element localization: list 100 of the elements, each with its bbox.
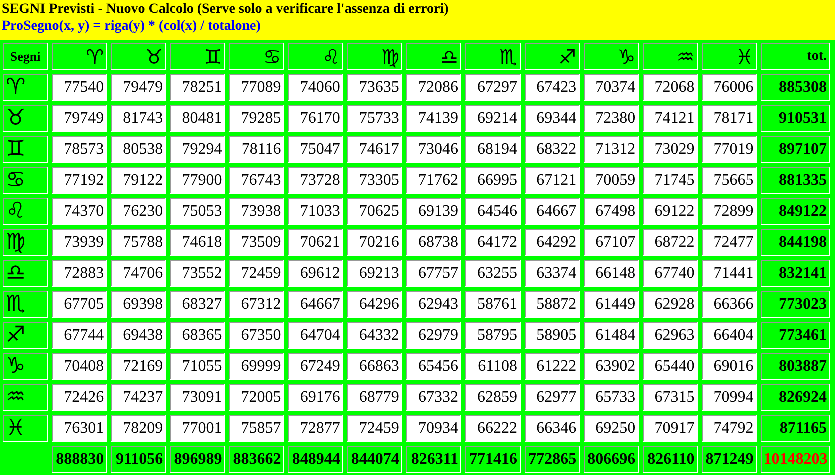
total-cell: 806696: [584, 446, 639, 473]
table-cell: 71762: [406, 167, 462, 194]
table-cell: 75665: [702, 167, 757, 194]
total-cell: 772865: [524, 446, 580, 473]
table-cell: 72426: [52, 384, 108, 411]
table-cell: 67740: [642, 260, 698, 287]
row-header: ♉: [3, 105, 48, 132]
table-cell: 67107: [584, 229, 639, 256]
table-cell: 66148: [584, 260, 639, 287]
table-cell: 78573: [52, 136, 108, 163]
table-cell: 73046: [406, 136, 462, 163]
table-cell: 66995: [465, 167, 521, 194]
table-cell: 77089: [229, 74, 284, 101]
table-cell: 72459: [229, 260, 284, 287]
page-title: SEGNI Previsti - Nuovo Calcolo (Serve solo a verificare l'assenza di errori): [2, 1, 450, 18]
formula-text: ProSegno(x, y) = riga(y) * (col(x) / totalone): [2, 18, 262, 35]
table-cell: 64172: [465, 229, 521, 256]
table-cell: 69438: [111, 322, 166, 349]
table-cell: 74792: [702, 415, 757, 442]
table-cell: 79479: [111, 74, 166, 101]
table-cell: 64546: [465, 198, 521, 225]
total-cell: 881335: [760, 167, 830, 194]
table-cell: 68322: [524, 136, 580, 163]
row-header: ♎: [3, 260, 48, 287]
table-cell: 62928: [642, 291, 698, 318]
table-cell: 67297: [465, 74, 521, 101]
table-cell: 63902: [584, 353, 639, 380]
row-header: ♒: [3, 384, 48, 411]
table-cell: 67705: [52, 291, 108, 318]
column-header: ♍: [347, 43, 402, 70]
total-cell: 773023: [760, 291, 830, 318]
total-cell: 871249: [702, 446, 757, 473]
table-cell: 65733: [584, 384, 639, 411]
table-cell: 70621: [288, 229, 344, 256]
total-cell: 910531: [760, 105, 830, 132]
table-cell: 67744: [52, 322, 108, 349]
table-cell: 68738: [406, 229, 462, 256]
column-header: ♎: [406, 43, 462, 70]
table-cell: 58761: [465, 291, 521, 318]
row-header: ♓: [3, 415, 48, 442]
table-cell: 78251: [170, 74, 226, 101]
table-cell: 74237: [111, 384, 166, 411]
table-cell: 64292: [524, 229, 580, 256]
table-cell: 74139: [406, 105, 462, 132]
table-cell: 79285: [229, 105, 284, 132]
table-cell: 67757: [406, 260, 462, 287]
table-cell: 64704: [288, 322, 344, 349]
table-cell: 71745: [642, 167, 698, 194]
column-header: tot.: [760, 43, 830, 70]
table-cell: 73938: [229, 198, 284, 225]
table-cell: 73029: [642, 136, 698, 163]
table-cell: 69999: [229, 353, 284, 380]
total-cell: 897107: [760, 136, 830, 163]
table-cell: 68779: [347, 384, 402, 411]
table-cell: 66863: [347, 353, 402, 380]
table-cell: 67332: [406, 384, 462, 411]
table-cell: 62943: [406, 291, 462, 318]
table-cell: 62979: [406, 322, 462, 349]
table-cell: 73509: [229, 229, 284, 256]
row-header: ♑: [3, 353, 48, 380]
table-cell: 71033: [288, 198, 344, 225]
total-cell: 849122: [760, 198, 830, 225]
table-cell: 69214: [465, 105, 521, 132]
table-cell: 67312: [229, 291, 284, 318]
total-cell: 773461: [760, 322, 830, 349]
table-cell: 61222: [524, 353, 580, 380]
table-cell: 80538: [111, 136, 166, 163]
table-cell: 71441: [702, 260, 757, 287]
table-cell: 69213: [347, 260, 402, 287]
table-cell: 58795: [465, 322, 521, 349]
table-cell: 74060: [288, 74, 344, 101]
table-cell: 74618: [170, 229, 226, 256]
table-cell: 72005: [229, 384, 284, 411]
table-cell: 66366: [702, 291, 757, 318]
grand-total-cell: 10148203: [760, 446, 830, 473]
table-cell: 64667: [288, 291, 344, 318]
table-cell: 75047: [288, 136, 344, 163]
table-cell: 72459: [347, 415, 402, 442]
table-cell: 62859: [465, 384, 521, 411]
table-cell: 75733: [347, 105, 402, 132]
total-cell: 826924: [760, 384, 830, 411]
row-header: ♌: [3, 198, 48, 225]
table-cell: 80481: [170, 105, 226, 132]
table-cell: 77019: [702, 136, 757, 163]
table-cell: 65440: [642, 353, 698, 380]
table-cell: 69016: [702, 353, 757, 380]
table-cell: 76230: [111, 198, 166, 225]
column-header: ♒: [642, 43, 698, 70]
table-cell: 61449: [584, 291, 639, 318]
table-cell: 73305: [347, 167, 402, 194]
total-cell: 848944: [288, 446, 344, 473]
row-header: ♏: [3, 291, 48, 318]
table-cell: 77192: [52, 167, 108, 194]
table-cell: 67423: [524, 74, 580, 101]
table-cell: 64332: [347, 322, 402, 349]
table-cell: 74706: [111, 260, 166, 287]
row-header: ♍: [3, 229, 48, 256]
row-header: ♐: [3, 322, 48, 349]
total-cell: 911056: [111, 446, 166, 473]
table-cell: 74617: [347, 136, 402, 163]
